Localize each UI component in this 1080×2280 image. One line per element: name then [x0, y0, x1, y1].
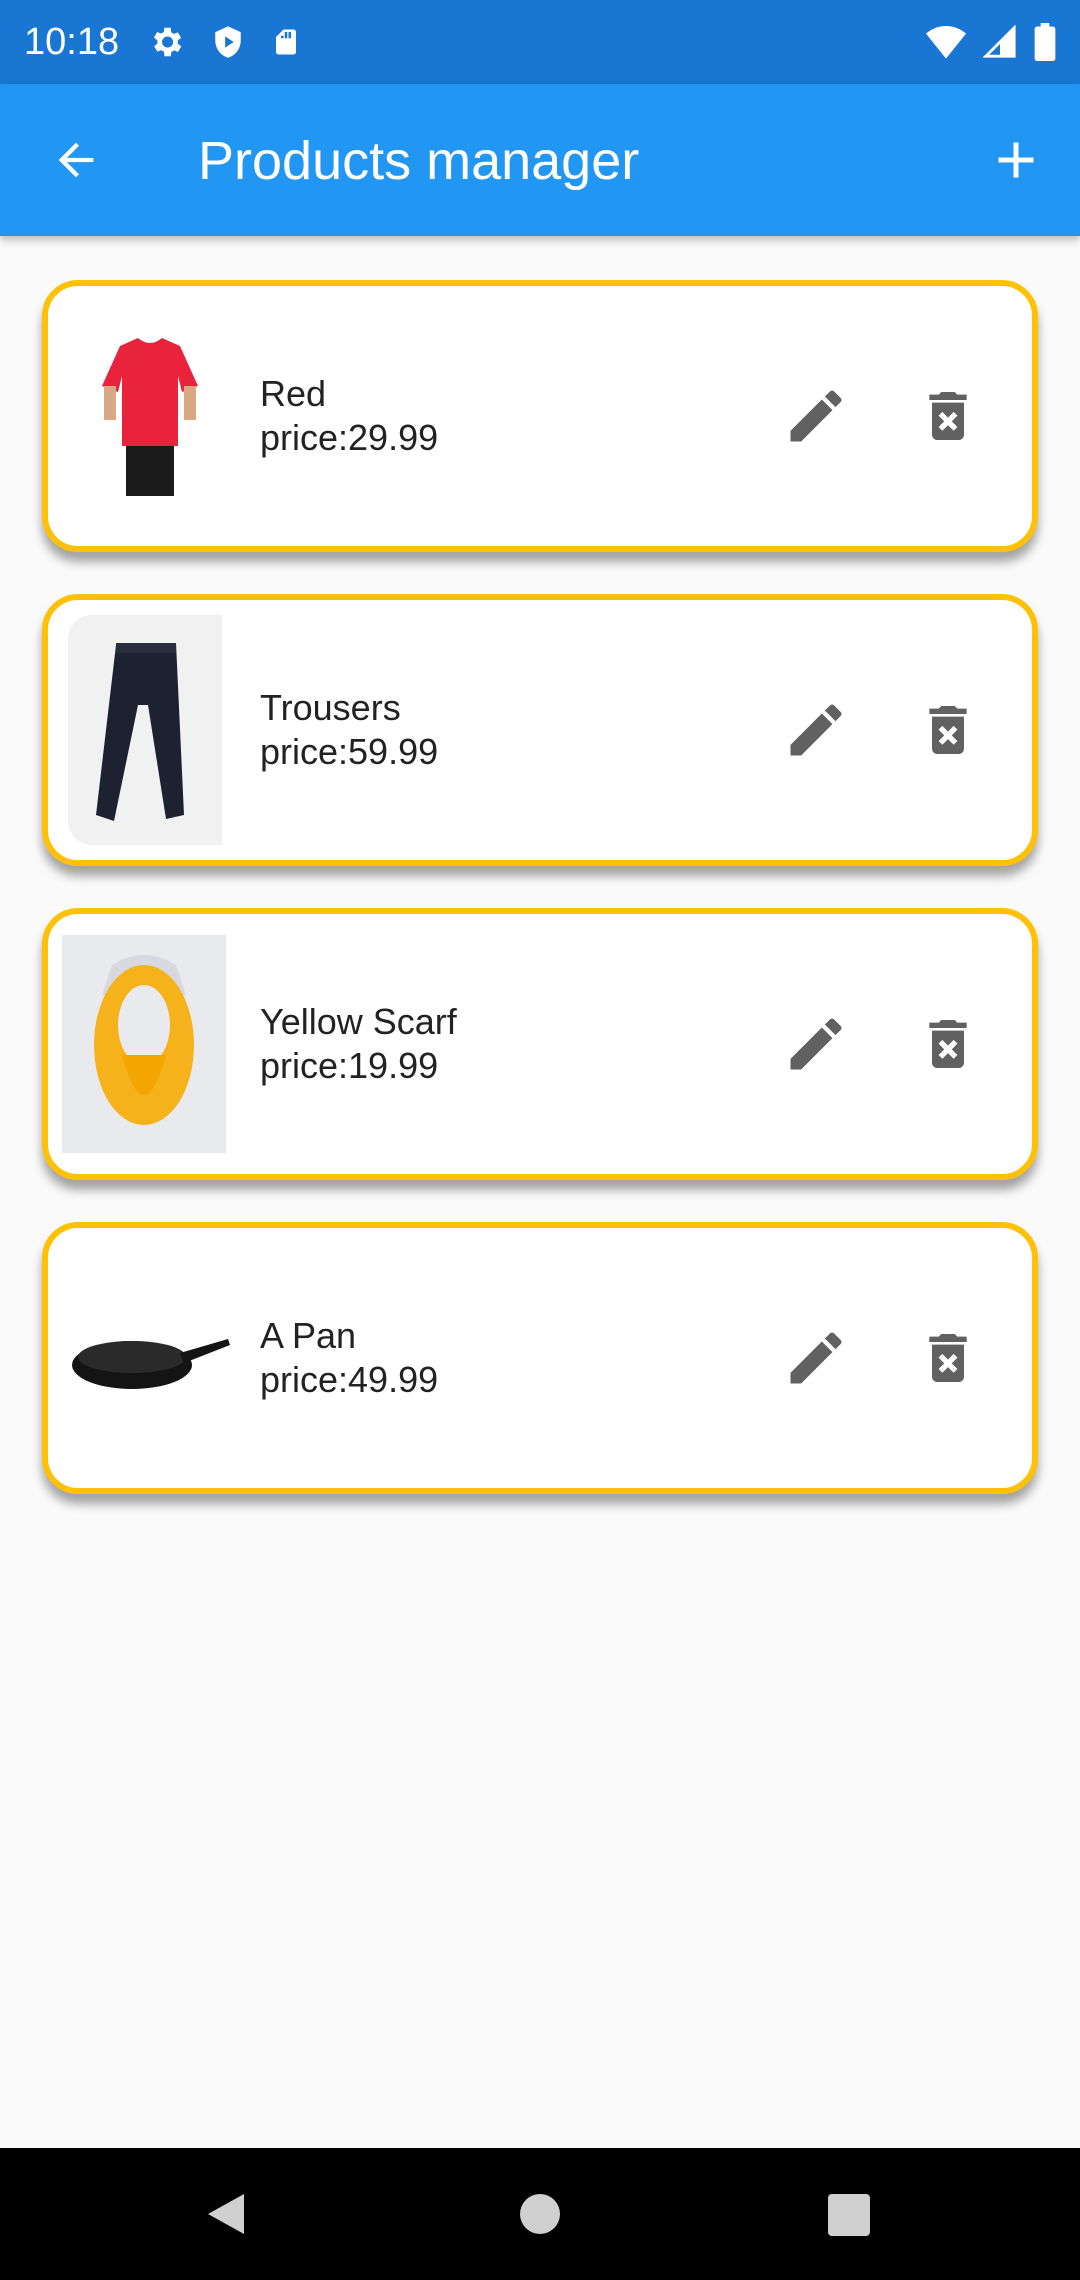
product-name: A Pan: [260, 1315, 357, 1356]
product-info: Trousers price:59.99: [260, 686, 438, 774]
product-image-black-trousers: [68, 615, 222, 845]
product-name: Yellow Scarf: [260, 1001, 457, 1042]
delete-button[interactable]: [912, 380, 984, 452]
nav-back-button[interactable]: [204, 2190, 248, 2243]
page-title: Products manager: [198, 131, 640, 191]
nav-recents-button[interactable]: [828, 2194, 870, 2241]
product-card[interactable]: Trousers price:59.99: [42, 594, 1038, 866]
status-icons-right: [926, 23, 1056, 61]
edit-pencil-icon: [790, 1332, 842, 1384]
product-price: price:49.99: [260, 1359, 439, 1400]
signal-icon: [982, 25, 1016, 58]
back-button[interactable]: [44, 128, 108, 192]
product-name: Trousers: [260, 687, 401, 728]
product-image-yellow-scarf: [62, 935, 226, 1153]
product-image-cast-iron-pan: [68, 1298, 232, 1418]
nav-home-button[interactable]: [518, 2192, 562, 2241]
status-time: 10:18: [24, 20, 120, 63]
sd-card-icon: [276, 29, 297, 55]
product-card[interactable]: A Pan price:49.99: [42, 1222, 1038, 1494]
system-nav-bar: [0, 2148, 1080, 2280]
arrow-back-icon: [58, 142, 94, 178]
delete-button[interactable]: [912, 694, 984, 766]
delete-forever-icon: [929, 392, 967, 440]
edit-button[interactable]: [780, 380, 852, 452]
product-card[interactable]: Red price:29.99: [42, 280, 1038, 552]
settings-icon: [154, 27, 182, 57]
status-icons-left: [147, 23, 301, 61]
status-bar: 10:18: [0, 0, 1080, 84]
delete-forever-icon: [929, 706, 967, 754]
add-product-button[interactable]: [980, 124, 1052, 196]
product-name: Red: [260, 373, 327, 414]
delete-button[interactable]: [912, 1008, 984, 1080]
product-card[interactable]: Yellow Scarf price:19.99: [42, 908, 1038, 1180]
product-info: Yellow Scarf price:19.99: [260, 1000, 457, 1088]
battery-icon: [1034, 23, 1056, 61]
edit-button[interactable]: [780, 694, 852, 766]
shield-play-icon: [215, 26, 241, 58]
app-bar: Products manager: [0, 84, 1080, 236]
delete-forever-icon: [929, 1020, 967, 1068]
edit-pencil-icon: [790, 704, 842, 756]
product-image-red-tshirt: [68, 301, 232, 531]
edit-pencil-icon: [790, 1018, 842, 1070]
product-info: Red price:29.99: [260, 372, 438, 460]
back-triangle-icon: [208, 2194, 244, 2234]
home-circle-icon: [520, 2194, 560, 2234]
product-info: A Pan price:49.99: [260, 1314, 438, 1402]
product-price: price:19.99: [260, 1045, 439, 1086]
edit-button[interactable]: [780, 1008, 852, 1080]
product-price: price:59.99: [260, 731, 439, 772]
edit-button[interactable]: [780, 1322, 852, 1394]
wifi-icon: [926, 26, 966, 59]
delete-button[interactable]: [912, 1322, 984, 1394]
recents-square-icon: [828, 2194, 870, 2236]
delete-forever-icon: [929, 1334, 967, 1382]
edit-pencil-icon: [790, 390, 842, 442]
add-icon: [998, 142, 1034, 178]
product-price: price:29.99: [260, 417, 439, 458]
